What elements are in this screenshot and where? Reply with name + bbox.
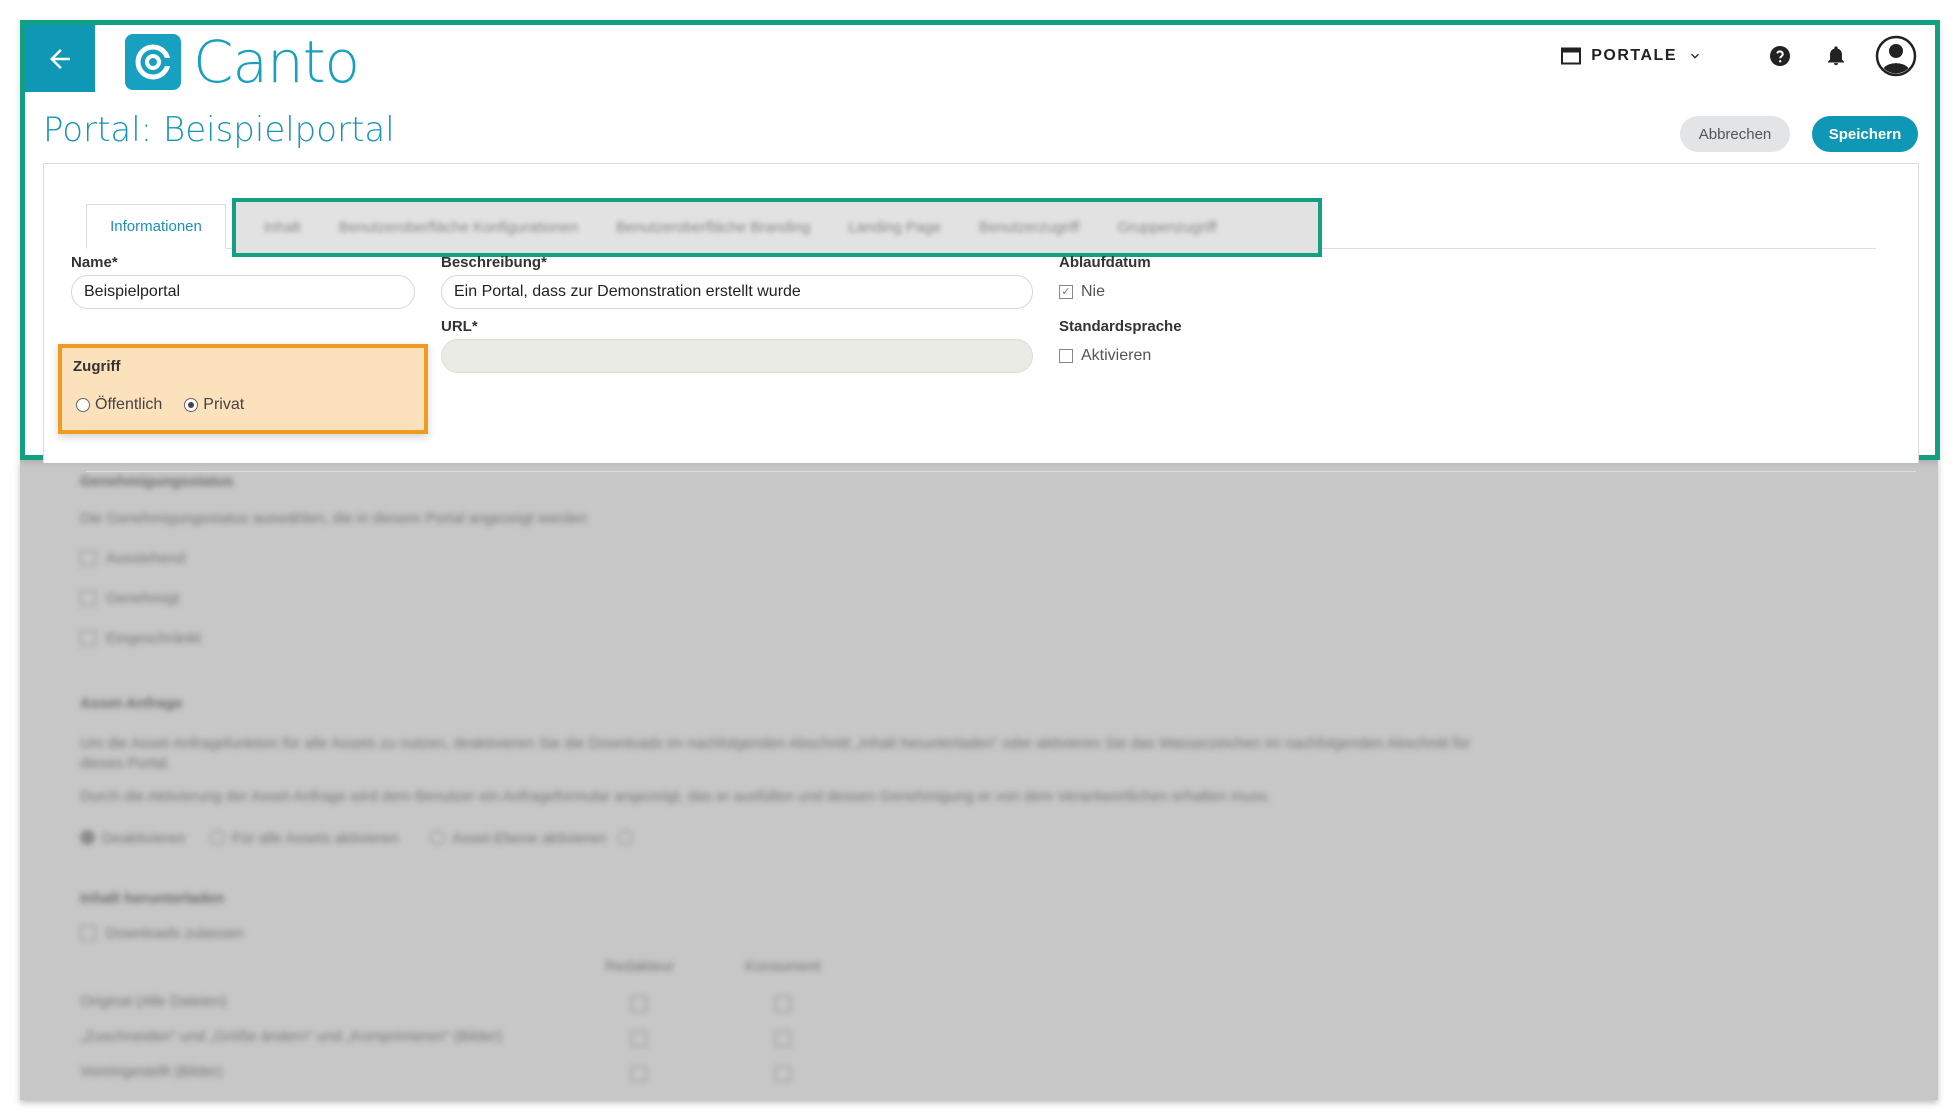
expiry-option-label: Nie (1081, 283, 1106, 300)
url-label: URL* (441, 318, 478, 335)
asset-request-description-2: Durch die Aktivierung der Asset-Anfrage … (80, 788, 1271, 805)
radio-checked-icon (184, 398, 199, 412)
download-row-2-editor-checkbox[interactable] (631, 1031, 647, 1047)
approval-checkbox-1[interactable] (80, 550, 96, 566)
chevron-down-icon (1691, 53, 1699, 59)
account-circle-icon (1875, 35, 1917, 77)
asset-request-option-3: Asset-Ebene aktivieren (452, 830, 607, 847)
default-language-checkbox[interactable]: Aktivieren (1059, 347, 1151, 365)
default-language-label: Standardsprache (1059, 318, 1182, 335)
asset-request-option-2: Für alle Assets aktivieren (232, 830, 399, 847)
canto-logo-mark (125, 34, 181, 90)
tab-landing-page[interactable]: Landing Page (848, 219, 941, 236)
cancel-button[interactable]: Abbrechen (1680, 116, 1790, 152)
portale-label: PORTALE (1591, 47, 1677, 64)
access-radio-group: Öffentlich Privat (76, 396, 244, 414)
tab-group-access[interactable]: Gruppenzugriff (1118, 219, 1217, 236)
download-column-consumer: Konsument (745, 958, 821, 975)
approval-checkbox-3[interactable] (80, 630, 96, 646)
tab-informationen[interactable]: Informationen (86, 204, 226, 249)
checkbox-checked-icon: ✓ (1059, 285, 1073, 299)
top-navigation: PORTALE (1561, 35, 1917, 77)
approval-checkbox-2[interactable] (80, 590, 96, 606)
download-column-editor: Redakteur (605, 958, 675, 975)
checkbox-empty-icon (1059, 349, 1073, 363)
help-button[interactable] (1763, 39, 1797, 73)
asset-request-radio-2[interactable] (210, 830, 225, 845)
access-label: Zugriff (73, 358, 121, 375)
download-row-3-consumer-checkbox[interactable] (775, 1066, 791, 1082)
help-circle-icon (1770, 46, 1790, 66)
asset-request-heading: Asset-Anfrage (80, 695, 183, 712)
download-row-2-consumer-checkbox[interactable] (775, 1031, 791, 1047)
page-title: Portal: Beispielportal (43, 110, 395, 150)
url-input[interactable] (441, 339, 1033, 373)
arrow-left-icon (50, 48, 70, 69)
highlighted-tab-group: Inhalt Benutzeroberfläche Konfiguratione… (232, 198, 1322, 257)
asset-request-radio-1[interactable] (80, 830, 95, 845)
description-input[interactable]: Ein Portal, dass zur Demonstration erste… (441, 275, 1033, 309)
brand-name: Canto (193, 28, 360, 96)
description-label: Beschreibung* (441, 254, 547, 271)
access-private-label: Privat (203, 396, 245, 413)
download-row-3-editor-checkbox[interactable] (631, 1066, 647, 1082)
download-row-1-editor-checkbox[interactable] (631, 996, 647, 1012)
approval-option-2: Genehmigt (106, 590, 180, 607)
bell-icon (1828, 46, 1844, 66)
download-toggle-checkbox[interactable] (80, 925, 96, 941)
window-icon (1561, 47, 1582, 65)
name-label: Name* (71, 254, 118, 271)
approval-option-3: Eingeschränkt (106, 630, 202, 647)
approval-option-1: Ausstehend (106, 550, 186, 567)
tab-user-access[interactable]: Benutzerzugriff (979, 219, 1080, 236)
account-button[interactable] (1875, 35, 1917, 77)
radio-unchecked-icon (76, 398, 90, 412)
download-row-3: Voreingestellt (Bilder) (80, 1063, 223, 1080)
asset-request-description-1: Um die Asset-Anfragefunktion für alle As… (80, 735, 1471, 752)
access-private-radio[interactable]: Privat (184, 396, 244, 414)
blurred-lower-section: Genehmigungsstatus Die Genehmigungsstatu… (20, 460, 1938, 1100)
notifications-button[interactable] (1819, 39, 1853, 73)
info-icon[interactable] (618, 830, 633, 845)
tab-ui-configuration[interactable]: Benutzeroberfläche Konfigurationen (339, 219, 578, 236)
asset-request-option-1: Deaktivieren (102, 830, 186, 847)
tabs-bar: Informationen Inhalt Benutzeroberfläche … (86, 198, 1876, 257)
download-row-1: Original (Alle Dateien) (80, 993, 227, 1010)
download-row-2: „Zuschneiden“ und „Größe ändern“ und „Ko… (80, 1028, 502, 1045)
download-heading: Inhalt herunterladen (80, 890, 225, 907)
section-divider (86, 471, 1916, 472)
canto-logo[interactable]: Canto (125, 28, 360, 96)
asset-request-description-1b: dieses Portal. (80, 755, 171, 772)
access-public-radio[interactable]: Öffentlich (76, 396, 162, 414)
expiry-never-checkbox[interactable]: ✓ Nie (1059, 283, 1105, 301)
approval-description: Die Genehmigungsstatus auswählen, die in… (80, 510, 587, 527)
expiry-label: Ablaufdatum (1059, 254, 1151, 271)
save-button[interactable]: Speichern (1812, 116, 1918, 152)
portale-menu-button[interactable]: PORTALE (1561, 47, 1703, 65)
access-highlight-box: Zugriff Öffentlich Privat (58, 344, 428, 434)
download-row-1-consumer-checkbox[interactable] (775, 996, 791, 1012)
asset-request-radio-3[interactable] (430, 830, 445, 845)
download-toggle-label: Downloads zulassen (106, 925, 244, 942)
access-public-label: Öffentlich (95, 396, 163, 413)
tab-ui-branding[interactable]: Benutzeroberfläche Branding (616, 219, 810, 236)
back-button[interactable] (25, 25, 95, 92)
blurred-content: Genehmigungsstatus Die Genehmigungsstatu… (20, 460, 1938, 1100)
approval-heading: Genehmigungsstatus (80, 473, 234, 490)
default-language-option-label: Aktivieren (1081, 347, 1152, 364)
name-input[interactable]: Beispielportal (71, 275, 415, 309)
tab-inhalt[interactable]: Inhalt (264, 219, 301, 236)
